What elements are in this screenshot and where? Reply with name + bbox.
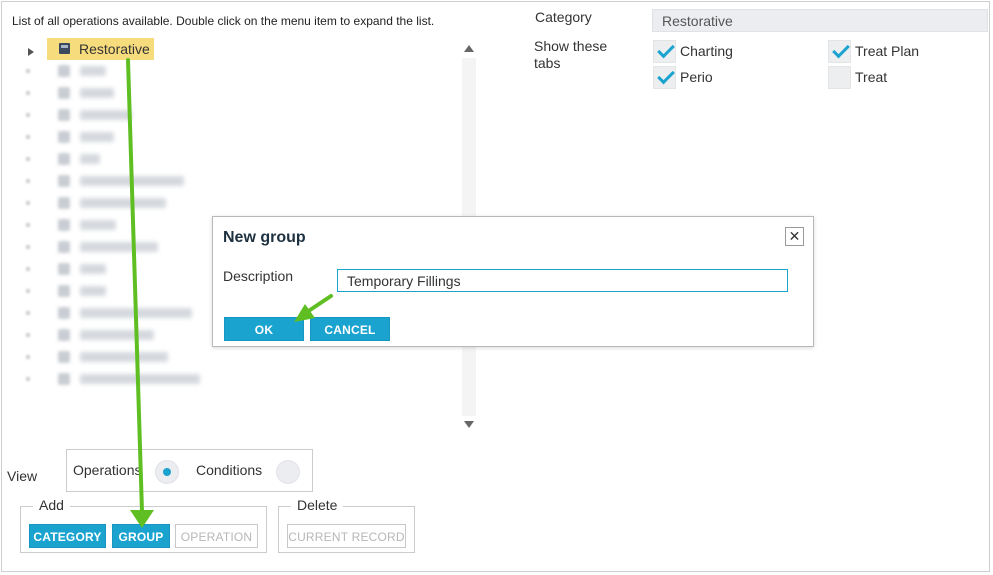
expand-arrow-icon[interactable] <box>26 311 30 315</box>
treat-plan-label: Treat Plan <box>855 43 920 59</box>
delete-current-record-button[interactable]: CURRENT RECORD <box>287 524 406 548</box>
treat-checkbox[interactable] <box>828 66 851 89</box>
expand-arrow-icon[interactable] <box>26 377 30 381</box>
treat-plan-checkbox[interactable] <box>828 40 851 63</box>
view-label: View <box>7 468 38 484</box>
charting-label: Charting <box>680 43 733 59</box>
expand-arrow-icon[interactable] <box>26 267 30 271</box>
category-icon <box>59 43 70 54</box>
expand-arrow-icon[interactable] <box>26 91 30 95</box>
scroll-down-icon[interactable] <box>464 421 474 428</box>
expand-arrow-icon[interactable] <box>26 245 30 249</box>
add-operation-button[interactable]: OPERATION <box>175 524 258 548</box>
add-category-button[interactable]: CATEGORY <box>29 524 106 548</box>
expand-arrow-icon[interactable] <box>26 113 30 117</box>
expand-arrow-icon[interactable] <box>26 69 30 73</box>
dialog-title: New group <box>223 229 306 246</box>
tree-item-label: Restorative <box>79 41 150 57</box>
expand-arrow-icon[interactable] <box>26 157 30 161</box>
add-group-button[interactable]: GROUP <box>112 524 170 548</box>
ok-button[interactable]: OK <box>224 317 304 341</box>
expand-arrow-icon[interactable] <box>26 223 30 227</box>
treat-label: Treat <box>855 69 888 85</box>
operations-radio[interactable] <box>155 460 179 484</box>
expand-arrow-icon[interactable] <box>26 179 30 183</box>
checkmark-icon <box>657 66 675 85</box>
expand-arrow-icon[interactable] <box>26 355 30 359</box>
cancel-button[interactable]: CANCEL <box>310 317 390 341</box>
perio-label: Perio <box>680 69 713 85</box>
expand-arrow-icon[interactable] <box>26 201 30 205</box>
category-label: Category <box>535 9 592 25</box>
delete-legend: Delete <box>291 497 344 513</box>
new-group-dialog: New group ✕ Description OK CANCEL <box>212 216 814 347</box>
close-icon[interactable]: ✕ <box>785 227 804 246</box>
expand-arrow-icon[interactable] <box>26 135 30 139</box>
add-legend: Add <box>33 497 70 513</box>
checkmark-icon <box>832 40 850 59</box>
expand-arrow-icon[interactable] <box>26 333 30 337</box>
operations-option-label: Operations <box>73 462 142 478</box>
expand-arrow-icon[interactable] <box>26 289 30 293</box>
category-value: Restorative <box>662 13 733 29</box>
conditions-radio[interactable] <box>276 460 300 484</box>
description-label: Description <box>223 268 294 284</box>
scroll-up-icon[interactable] <box>464 45 474 52</box>
show-tabs-label: Show these tabs <box>534 38 608 71</box>
charting-checkbox[interactable] <box>653 40 676 63</box>
expand-arrow-icon[interactable] <box>28 48 34 56</box>
description-input[interactable] <box>337 269 788 292</box>
checkmark-icon <box>657 40 675 59</box>
instructions-text: List of all operations available. Double… <box>12 14 435 28</box>
perio-checkbox[interactable] <box>653 66 676 89</box>
conditions-option-label: Conditions <box>196 462 263 478</box>
